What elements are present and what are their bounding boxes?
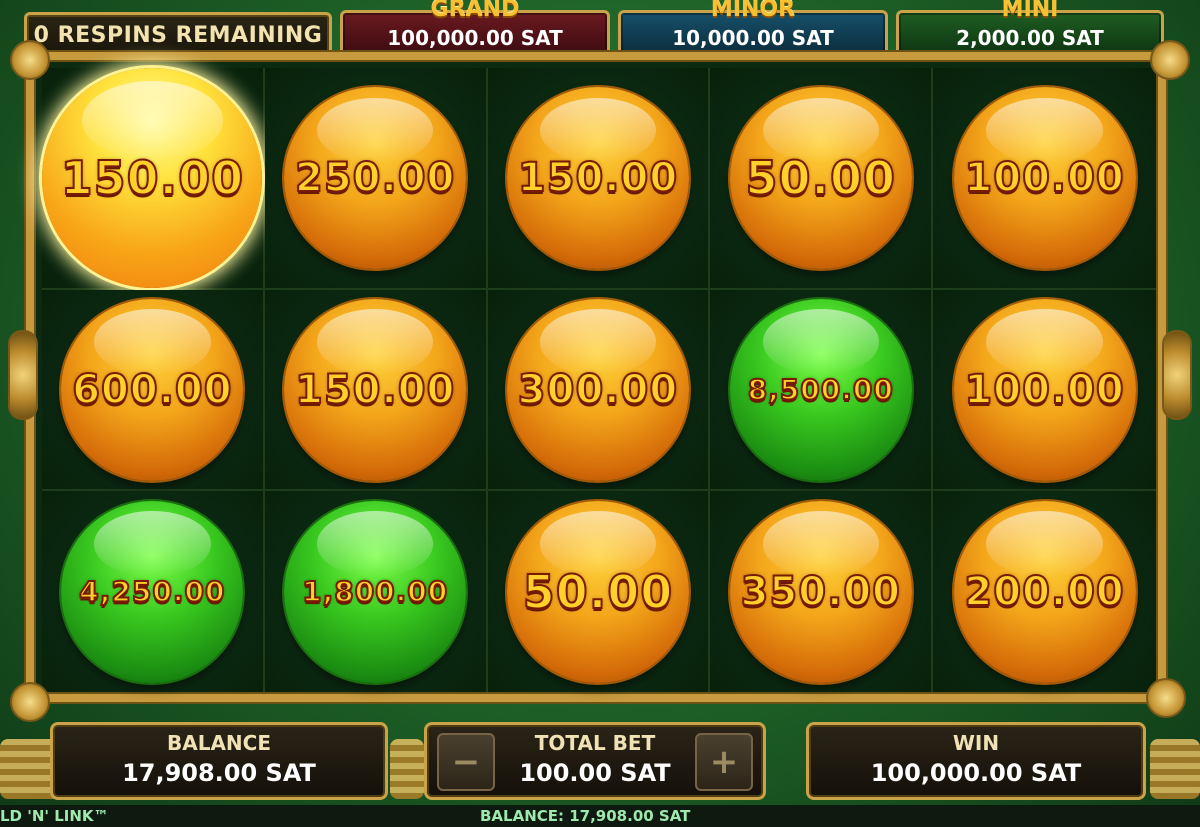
frame-ornament-left-icon xyxy=(8,330,38,420)
win-value: 100,000.00 SAT xyxy=(870,759,1082,787)
orb-value: 100.00 xyxy=(963,154,1125,202)
orb-green[interactable]: 4,250.00 xyxy=(61,500,244,683)
frame-corner-icon xyxy=(1146,678,1186,718)
orb-value: 50.00 xyxy=(522,564,674,620)
orb-value: 250.00 xyxy=(294,154,456,202)
jackpot-mini-label: MINI xyxy=(1001,0,1059,22)
reel-cell: 4,250.00 xyxy=(42,491,265,692)
orb-gold[interactable]: 200.00 xyxy=(953,500,1136,683)
orb-gold[interactable]: 50.00 xyxy=(729,87,912,269)
orb-value: 150.00 xyxy=(60,150,245,206)
reel-cell: 150.00 xyxy=(42,68,265,290)
jackpot-grand-value: 100,000.00 SAT xyxy=(387,26,563,50)
orb-value: 600.00 xyxy=(71,366,233,414)
jackpot-grand-label: GRAND xyxy=(430,0,520,22)
orb-green[interactable]: 1,800.00 xyxy=(284,500,467,683)
reel-cell: 200.00 xyxy=(933,491,1156,692)
orb-value: 200.00 xyxy=(963,568,1125,616)
orb-gold[interactable]: 150.00 xyxy=(284,298,467,481)
orb-green[interactable]: 8,500.00 xyxy=(729,298,912,481)
coin-stack-icon xyxy=(390,739,424,799)
orb-gold[interactable]: 300.00 xyxy=(506,298,689,481)
reel-cell: 250.00 xyxy=(264,68,488,290)
reel-cell: 8,500.00 xyxy=(710,290,934,491)
reel-cell: 1,800.00 xyxy=(264,491,488,692)
orb-value: 300.00 xyxy=(517,366,679,414)
reel-grid: 150.00 250.00 150.00 50.00 100.00 600.00… xyxy=(42,68,1156,692)
orb-value: 8,500.00 xyxy=(747,372,894,407)
orb-gold[interactable]: 100.00 xyxy=(953,298,1136,481)
increase-bet-button[interactable]: + xyxy=(695,733,753,791)
orb-value: 50.00 xyxy=(745,150,897,206)
jackpot-minor: MINOR 10,000.00 SAT xyxy=(618,0,888,58)
orb-gold[interactable]: 350.00 xyxy=(729,500,912,683)
footer-bar: LD 'N' LINK™ BALANCE: 17,908.00 SAT xyxy=(0,805,1200,827)
reel-frame: 150.00 250.00 150.00 50.00 100.00 600.00… xyxy=(26,52,1166,702)
orb-value: 150.00 xyxy=(294,366,456,414)
jackpot-mini: MINI 2,000.00 SAT xyxy=(896,0,1164,58)
balance-value: 17,908.00 SAT xyxy=(122,759,316,787)
reel-cell: 50.00 xyxy=(710,68,934,290)
frame-corner-icon xyxy=(1150,40,1190,80)
orb-gold[interactable]: 600.00 xyxy=(61,298,244,481)
orb-gold[interactable]: 100.00 xyxy=(953,87,1136,269)
orb-value: 150.00 xyxy=(517,154,679,202)
reel-cell: 50.00 xyxy=(487,491,711,692)
orb-highlighted[interactable]: 150.00 xyxy=(42,68,263,288)
reel-cell: 100.00 xyxy=(933,68,1156,290)
jackpot-minor-label: MINOR xyxy=(710,0,796,22)
reel-cell: 300.00 xyxy=(487,290,711,491)
frame-ornament-right-icon xyxy=(1162,330,1192,420)
balance-label: BALANCE xyxy=(166,731,272,755)
orb-value: 4,250.00 xyxy=(78,574,226,609)
reel-cell: 600.00 xyxy=(42,290,265,491)
win-panel: WIN 100,000.00 SAT xyxy=(806,722,1146,800)
win-label: WIN xyxy=(952,731,1000,755)
jackpot-minor-value: 10,000.00 SAT xyxy=(672,26,834,50)
balance-panel: BALANCE 17,908.00 SAT xyxy=(50,722,388,800)
reel-cell: 150.00 xyxy=(487,68,711,290)
coin-stack-icon xyxy=(1150,739,1200,799)
orb-value: 100.00 xyxy=(963,366,1125,414)
total-bet-panel: − TOTAL BET 100.00 SAT + xyxy=(424,722,766,800)
jackpot-mini-value: 2,000.00 SAT xyxy=(956,26,1104,50)
orb-value: 1,800.00 xyxy=(301,574,449,609)
orb-value: 350.00 xyxy=(740,568,901,616)
reel-cell: 150.00 xyxy=(264,290,488,491)
orb-gold[interactable]: 50.00 xyxy=(506,500,689,683)
jackpot-grand: GRAND 100,000.00 SAT xyxy=(340,0,610,58)
frame-corner-icon xyxy=(10,682,50,722)
footer-balance: BALANCE: 17,908.00 SAT xyxy=(480,807,691,825)
reel-cell: 350.00 xyxy=(710,491,934,692)
frame-corner-icon xyxy=(10,40,50,80)
orb-gold[interactable]: 250.00 xyxy=(284,87,467,269)
orb-gold[interactable]: 150.00 xyxy=(506,87,689,269)
game-title: LD 'N' LINK™ xyxy=(0,807,109,825)
reel-cell: 100.00 xyxy=(933,290,1156,491)
